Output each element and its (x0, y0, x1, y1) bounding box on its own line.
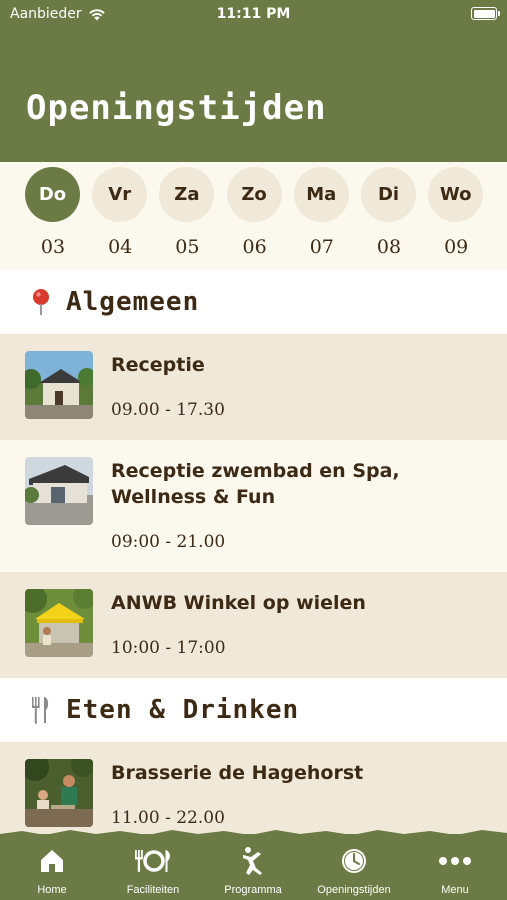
list-item[interactable]: Receptie 09.00 - 17.30 (0, 334, 507, 440)
clock-icon (304, 846, 404, 876)
day-tab[interactable]: Vr 04 (92, 167, 148, 258)
day-tab[interactable]: Zo 06 (226, 167, 283, 258)
day-number: 06 (242, 236, 267, 258)
torn-edge (0, 830, 507, 838)
item-name: Receptie zwembad en Spa, Wellness & Fun (111, 460, 400, 508)
day-tab[interactable]: Za 05 (159, 167, 215, 258)
day-tab[interactable]: Ma 07 (293, 167, 350, 258)
tab-label: Openingstijden (317, 884, 391, 896)
tab-label: Menu (441, 884, 469, 896)
list-item[interactable]: ANWB Winkel op wielen 10:00 - 17:00 (0, 572, 507, 678)
item-hours: 10:00 - 17:00 (111, 638, 226, 658)
day-tab[interactable]: Di 08 (361, 167, 417, 258)
tab-opening-hours[interactable]: Openingstijden (304, 846, 404, 896)
cutlery-icon (28, 695, 54, 725)
item-hours: 09.00 - 17.30 (111, 400, 225, 420)
day-number: 04 (108, 236, 133, 258)
day-circle: Wo (428, 167, 484, 222)
program-icon (203, 846, 303, 876)
day-tab[interactable]: Wo 09 (428, 167, 484, 258)
page-title: Openingstijden (26, 88, 327, 128)
day-circle: Vr (92, 167, 148, 222)
list-item[interactable]: Brasserie de Hagehorst 11.00 - 22.00 (0, 742, 507, 834)
item-hours: 11.00 - 22.00 (111, 808, 225, 828)
day-number: 08 (376, 236, 402, 258)
list-item[interactable]: Receptie zwembad en Spa, Wellness & Fun … (0, 440, 507, 572)
tab-program[interactable]: Programma (203, 846, 303, 896)
section-header-food: Eten & Drinken (0, 678, 507, 742)
section-label: Algemeen (66, 287, 200, 317)
day-number: 07 (309, 236, 334, 258)
tab-label: Home (37, 884, 67, 896)
day-selector: Do 03 Vr 04 Za 05 Zo 06 Ma 07 Di 08 Wo 09 (0, 165, 507, 270)
section-header-general: Algemeen (0, 270, 507, 334)
day-number: 05 (175, 236, 200, 258)
pin-icon (28, 288, 54, 316)
item-name: Receptie (111, 354, 205, 376)
home-icon (2, 846, 102, 876)
tab-menu[interactable]: Menu (405, 846, 505, 896)
day-circle: Do (25, 167, 80, 222)
day-number: 03 (40, 236, 66, 258)
clock-time: 11:11 PM (216, 6, 291, 22)
day-number: 09 (444, 236, 469, 258)
more-icon (405, 846, 505, 876)
tab-label: Programma (224, 884, 282, 896)
item-name: ANWB Winkel op wielen (111, 592, 366, 614)
thumbnail-image (25, 457, 93, 525)
thumbnail-image (25, 759, 93, 827)
day-tab[interactable]: Do 03 (25, 167, 81, 258)
day-circle: Zo (226, 167, 282, 222)
tab-home[interactable]: Home (2, 846, 102, 896)
item-hours: 09:00 - 21.00 (111, 532, 226, 552)
status-bar: Aanbieder 11:11 PM (0, 0, 507, 28)
day-circle: Di (361, 167, 416, 222)
header: Aanbieder 11:11 PM Openingstijden (0, 0, 507, 162)
item-name: Brasserie de Hagehorst (111, 762, 364, 784)
tab-bar: Home Faciliteiten Programma Openingstijd… (0, 830, 507, 900)
day-circle: Za (159, 167, 215, 222)
thumbnail-image (25, 351, 93, 419)
tab-facilities[interactable]: Faciliteiten (103, 846, 203, 896)
torn-edge (0, 145, 507, 156)
day-circle: Ma (293, 167, 349, 222)
battery-icon (471, 7, 500, 20)
thumbnail-image (25, 589, 93, 657)
section-label: Eten & Drinken (66, 695, 300, 725)
facilities-icon (103, 846, 203, 876)
tab-label: Faciliteiten (126, 884, 180, 896)
